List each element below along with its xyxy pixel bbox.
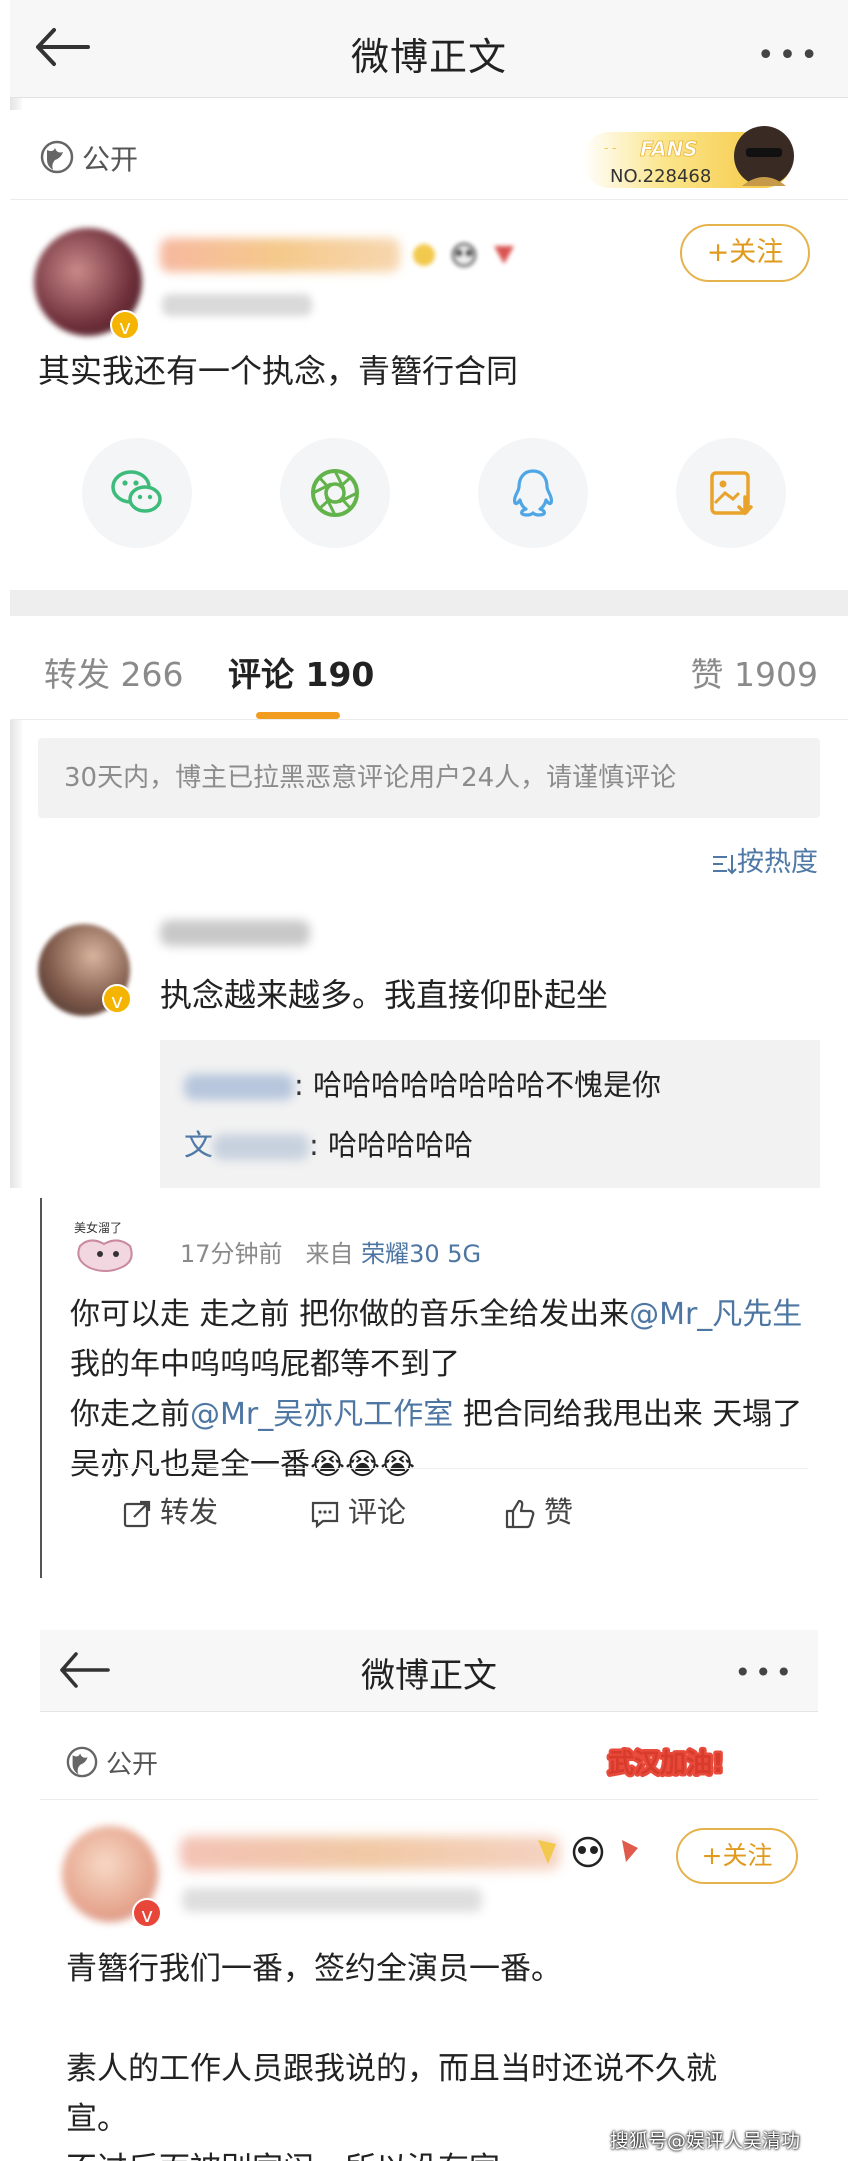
- banner-text: 武汉加油!: [608, 1749, 724, 1779]
- avatar-caption: 美女溜了: [74, 1220, 122, 1235]
- commenter-avatar[interactable]: 美女溜了: [66, 1216, 156, 1284]
- comment-time: 17分钟前: [180, 1240, 283, 1268]
- reply-item[interactable]: 文 : 哈哈哈哈哈: [184, 1122, 473, 1164]
- top-nav-bar: 微博正文 •••: [40, 1630, 818, 1712]
- comment-text-part: 你可以走 走之前 把你做的音乐全给发出来: [70, 1297, 630, 1332]
- wechat-icon: [111, 470, 162, 513]
- share-wechat-button[interactable]: [82, 438, 192, 548]
- sort-icon: [713, 854, 737, 874]
- more-options-icon[interactable]: •••: [734, 1656, 796, 1689]
- mention-link[interactable]: @Mr_吴亦凡工作室: [190, 1397, 453, 1432]
- section-divider: [10, 590, 848, 616]
- like-button[interactable]: 赞: [504, 1489, 573, 1531]
- weibo-post-screenshot-1: 微博正文 ••• 公开 - - FANS NO.228468 v +关注 其实我…: [10, 0, 848, 1188]
- quote-border: [40, 1198, 42, 1578]
- visibility-bar: 公开 - - FANS NO.228468: [10, 110, 848, 200]
- fans-badge-number: NO.228468: [610, 166, 711, 187]
- reply-author-prefix: 文: [184, 1128, 214, 1162]
- reply-author-blurred: [184, 1074, 294, 1100]
- thumbs-up-icon: [505, 1499, 535, 1529]
- reply-text: : 哈哈哈哈哈哈哈哈不愧是你: [294, 1068, 661, 1102]
- comment-actions: 转发 评论 赞: [70, 1468, 808, 1548]
- sort-by-hot-button[interactable]: 按热度: [711, 840, 818, 879]
- save-image-icon: [710, 471, 753, 516]
- repost-icon: [123, 1500, 151, 1528]
- device-link[interactable]: 荣耀30 5G: [361, 1240, 481, 1268]
- qq-icon: [513, 469, 553, 517]
- wuhan-banner-badge: 武汉加油! 武汉加油!: [606, 1747, 727, 1782]
- share-moments-button[interactable]: [280, 438, 390, 548]
- repost-button[interactable]: 转发: [122, 1489, 218, 1531]
- page-title: 微博正文: [350, 35, 507, 79]
- comment-replies: : 哈哈哈哈哈哈哈哈不愧是你 文 : 哈哈哈哈哈: [160, 1040, 820, 1188]
- follow-button[interactable]: +关注: [680, 224, 810, 282]
- share-row: [10, 438, 848, 558]
- comment-icon: [311, 1501, 339, 1529]
- fans-badge-label: FANS: [640, 137, 698, 161]
- post-line: 青簪行我们一番，签约全演员一番。: [66, 1951, 562, 1987]
- moments-icon: [311, 469, 359, 517]
- reply-author-blurred: [213, 1134, 310, 1160]
- top-nav-bar: 微博正文 •••: [10, 0, 848, 98]
- more-options-icon[interactable]: •••: [757, 38, 822, 73]
- visibility-bar: 公开 武汉加油! 武汉加油!: [40, 1720, 818, 1800]
- visibility-label: 公开: [82, 143, 139, 176]
- globe-icon: [66, 1746, 98, 1778]
- comment-text: 执念越来越多。我直接仰卧起坐: [160, 976, 609, 1014]
- tab-like[interactable]: 赞 1909: [691, 648, 818, 696]
- like-label: 赞: [544, 1495, 574, 1529]
- mention-link[interactable]: @Mr_凡先生: [629, 1297, 802, 1332]
- verified-badge-icon: v: [102, 984, 132, 1014]
- save-image-button[interactable]: [676, 438, 786, 548]
- source-prefix: 来自: [305, 1240, 354, 1268]
- author-name-blurred[interactable]: [160, 238, 400, 272]
- comment-button[interactable]: 评论: [310, 1489, 406, 1531]
- page-title: 微博正文: [361, 1656, 497, 1696]
- comment-notice: 30天内，博主已拉黑恶意评论用户24人，请谨慎评论: [38, 738, 820, 818]
- post-text: 其实我还有一个执念，青簪行合同: [38, 352, 519, 390]
- name-emoji-icons: [538, 1836, 638, 1868]
- reply-text: : 哈哈哈哈哈: [309, 1128, 474, 1162]
- comment-text-part: 我的年中呜呜呜屁都等不到了: [70, 1347, 460, 1382]
- tab-repost[interactable]: 转发 266: [44, 648, 183, 696]
- name-emoji-icons: [413, 243, 514, 267]
- verified-badge-icon: v: [132, 1898, 162, 1928]
- weibo-comment-screenshot: 美女溜了 17分钟前 来自 荣耀30 5G 你可以走 走之前 把你做的音乐全给发…: [40, 1188, 818, 1588]
- comment-meta: 17分钟前 来自 荣耀30 5G: [180, 1234, 481, 1269]
- reply-item[interactable]: : 哈哈哈哈哈哈哈哈不愧是你: [184, 1062, 661, 1104]
- sort-label: 按热度: [737, 847, 818, 878]
- post-line: 素人的工作人员跟我说的，而且当时还说不久就: [66, 2051, 717, 2087]
- svg-text:- -: - -: [604, 141, 616, 155]
- post-time-blurred: [182, 1888, 482, 1912]
- post-tabs: 转发 266 评论 190 赞 1909: [10, 616, 848, 720]
- post-line-blank: [66, 1994, 806, 2044]
- comment-label: 评论: [348, 1495, 407, 1529]
- commenter-name-blurred[interactable]: [160, 920, 310, 946]
- post-time-blurred: [162, 294, 312, 316]
- tab-comment[interactable]: 评论 190: [228, 648, 374, 696]
- verified-badge-icon: v: [110, 310, 140, 340]
- post-card: v +关注 其实我还有一个执念，青簪行合同: [10, 200, 848, 590]
- visibility-label: 公开: [106, 1750, 159, 1780]
- comment-body: 你可以走 走之前 把你做的音乐全给发出来@Mr_凡先生 我的年中呜呜呜屁都等不到…: [70, 1290, 810, 1490]
- author-name-blurred[interactable]: [180, 1836, 560, 1870]
- active-tab-indicator: [256, 712, 340, 719]
- weibo-post-screenshot-2: 微博正文 ••• 公开 武汉加油! 武汉加油! v +关注 青簪行我们一番，签约…: [40, 1630, 818, 2161]
- fans-badge: - - FANS NO.228468: [582, 126, 794, 188]
- repost-label: 转发: [160, 1495, 219, 1529]
- source-watermark: 搜狐号@娱评人吴清功: [609, 2130, 800, 2152]
- share-qq-button[interactable]: [478, 438, 588, 548]
- comment-text-part: 你走之前: [70, 1397, 190, 1432]
- follow-button[interactable]: +关注: [676, 1828, 798, 1884]
- globe-icon: [40, 140, 74, 174]
